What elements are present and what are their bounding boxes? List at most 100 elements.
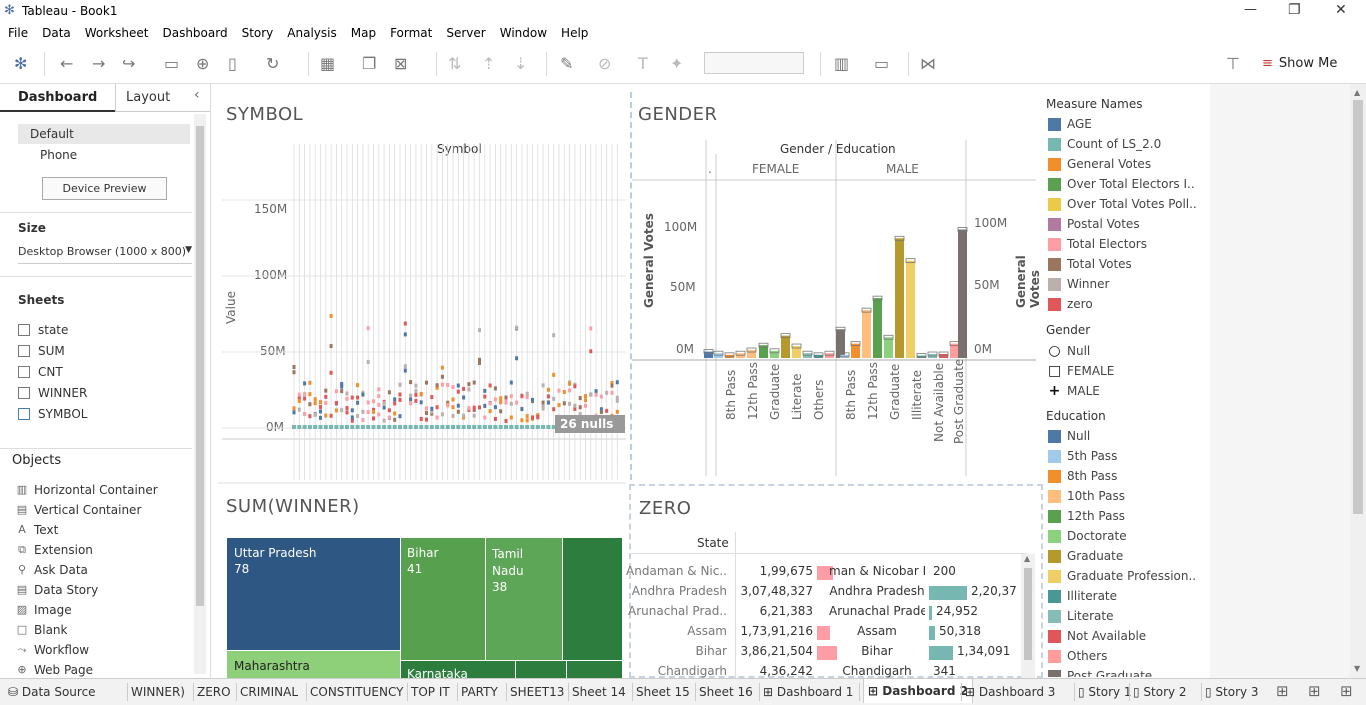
legend-education-item[interactable]: Others (1048, 649, 1107, 663)
tab-party[interactable]: PARTY (461, 685, 498, 699)
treemap-cell-tamil-nadu[interactable]: Tamil Nadu 38 (486, 538, 562, 660)
gender-bar[interactable] (725, 354, 734, 358)
gender-chart[interactable] (632, 134, 1040, 482)
tab-dashboard-2[interactable]: ⊞ Dashboard 2 (863, 679, 973, 703)
legend-measure-item[interactable]: General Votes (1048, 157, 1151, 171)
pause-updates-icon[interactable]: ▯ (228, 54, 237, 74)
legend-education-item[interactable]: 5th Pass (1048, 449, 1117, 463)
menu-help[interactable]: Help (553, 24, 594, 40)
gender-bar[interactable] (781, 335, 790, 358)
tab-constituency[interactable]: CONSTITUENCY (310, 685, 403, 699)
zero-row[interactable]: Arunachal Prad.. 6,21,383 Arunachal Prades… (628, 604, 1021, 624)
tab-layout[interactable]: Layout ‹ (115, 84, 210, 112)
duplicate-icon[interactable]: ❐ (362, 54, 376, 74)
menu-server[interactable]: Server (438, 24, 491, 40)
fit-dropdown[interactable] (704, 52, 804, 74)
zero-panel[interactable]: ZERO State Andaman & Nic.. 1,99,675 man & … (626, 484, 1043, 680)
legend-education-item[interactable]: Doctorate (1048, 529, 1127, 543)
device-preview-button[interactable]: Device Preview (42, 177, 167, 200)
tab-dashboard-3[interactable]: ⊞ Dashboard 3 (965, 685, 1055, 699)
legend-education-item[interactable]: Literate (1048, 609, 1113, 623)
tableau-home-icon[interactable]: ✻ (14, 54, 27, 74)
legend-measure-item[interactable]: AGE (1048, 117, 1092, 131)
treemap-cell-bihar[interactable]: Bihar 41 (401, 538, 485, 660)
zero-row[interactable]: Assam 1,73,91,216 Assam 50,318 (631, 624, 1021, 644)
object-horizontal-container[interactable]: ▥ Horizontal Container (16, 483, 158, 497)
object-blank[interactable]: □ Blank (16, 623, 68, 637)
treemap-cell-other[interactable] (563, 538, 622, 660)
zero-row[interactable]: Andaman & Nic.. 1,99,675 man & Nicobar Isl… (626, 564, 1021, 584)
presentation-icon[interactable]: ▭ (874, 54, 889, 74)
minimize-button[interactable]: — (1244, 2, 1257, 17)
tab-criminal[interactable]: CRIMINAL (240, 685, 298, 699)
legend-gender-item[interactable]: + MALE (1048, 383, 1100, 399)
labels-icon[interactable]: T (638, 54, 648, 74)
legend-measure-item[interactable]: Total Electors (1048, 237, 1147, 251)
legend-education-item[interactable]: Post Graduate (1048, 669, 1152, 677)
menu-analysis[interactable]: Analysis (279, 24, 342, 40)
legend-education-item[interactable]: Illiterate (1048, 589, 1117, 603)
sort-descending-icon[interactable]: ⇣ (514, 54, 527, 74)
new-story-tab-icon[interactable]: ⊞ (1340, 682, 1353, 700)
menu-file[interactable]: File (0, 24, 34, 40)
gender-bar[interactable] (884, 337, 893, 358)
menu-window[interactable]: Window (492, 24, 553, 40)
treemap-cell-uttar-pradesh[interactable]: Uttar Pradesh 78 (227, 538, 400, 650)
new-datasource-icon[interactable]: ⊕ (196, 54, 209, 74)
tab-zero[interactable]: ZERO (197, 685, 231, 699)
sheet-item-winner[interactable]: WINNER (18, 386, 87, 400)
gender-bar[interactable] (906, 260, 915, 358)
device-default[interactable]: Default (18, 124, 190, 144)
symbol-panel[interactable]: SYMBOL Symbol Value 150M 100M 50M 0M 26 … (212, 84, 630, 482)
zero-scrollbar[interactable]: ▲ (1021, 554, 1035, 680)
gender-bar[interactable] (862, 310, 871, 358)
gender-bar[interactable] (704, 351, 713, 358)
new-worksheet-icon[interactable]: ▦ (320, 54, 335, 74)
tab-data-source[interactable]: ⛁ Data Source (8, 685, 96, 699)
collapse-chevron-icon[interactable]: ‹ (194, 87, 200, 103)
legend-education-item[interactable]: Not Available (1048, 629, 1146, 643)
share-icon[interactable]: ⋈ (920, 54, 936, 74)
legend-education-item[interactable]: Graduate (1048, 549, 1123, 563)
tab-top-it[interactable]: TOP IT (411, 685, 450, 699)
gender-bar[interactable] (895, 238, 904, 358)
save-icon[interactable]: ▭ (164, 54, 179, 74)
object-web-page[interactable]: ⊕ Web Page (16, 663, 93, 677)
menu-map[interactable]: Map (343, 24, 382, 40)
size-dropdown[interactable]: Desktop Browser (1000 x 800) ▼ (18, 244, 192, 264)
object-extension[interactable]: ⧉ Extension (16, 543, 93, 557)
menu-story[interactable]: Story (234, 24, 280, 40)
tab-dashboard[interactable]: Dashboard (0, 84, 115, 112)
show-cards-icon[interactable]: ▥ (834, 54, 849, 74)
swap-icon[interactable]: ⇅ (448, 54, 461, 74)
tab-story-3[interactable]: ▯ Story 3 (1205, 685, 1259, 699)
main-vertical-scrollbar[interactable]: ▲ ▼ (1350, 84, 1366, 678)
legend-measure-item[interactable]: zero (1048, 297, 1093, 311)
clear-icon[interactable]: ⊠ (394, 54, 407, 74)
tab-sheet-15[interactable]: Sheet 15 (636, 685, 690, 699)
menu-data[interactable]: Data (34, 24, 77, 40)
replay-icon[interactable]: ↪ (122, 54, 135, 74)
sheet-item-sum[interactable]: SUM (18, 344, 65, 358)
tab-winner[interactable]: WINNER) (131, 685, 185, 699)
sheet-item-symbol[interactable]: SYMBOL (18, 407, 87, 421)
legend-education-item[interactable]: 12th Pass (1048, 509, 1125, 523)
menu-format[interactable]: Format (382, 24, 438, 40)
object-data-story[interactable]: ▤ Data Story (16, 583, 98, 597)
object-image[interactable]: ▨ Image (16, 603, 72, 617)
new-worksheet-tab-icon[interactable]: ⊞ (1276, 682, 1289, 700)
menu-worksheet[interactable]: Worksheet (77, 24, 155, 40)
refresh-icon[interactable]: ↻ (266, 54, 279, 74)
format-painter-icon[interactable]: ⊤ (1226, 54, 1240, 74)
maximize-button[interactable]: ❐ (1288, 2, 1301, 18)
gender-bar[interactable] (836, 329, 845, 358)
gender-bar[interactable] (958, 229, 967, 358)
tab-story-2[interactable]: ▯ Story 2 (1133, 685, 1187, 699)
gender-panel[interactable]: GENDER Gender / Education . FEMALE MALE … (632, 84, 1042, 482)
highlight-icon[interactable]: ✎ (560, 54, 573, 74)
object-workflow[interactable]: ⤳ Workflow (16, 643, 90, 657)
legend-measure-item[interactable]: Over Total Votes Poll.. (1048, 197, 1197, 211)
gender-bar[interactable] (873, 298, 882, 358)
tab-story-1[interactable]: ▯ Story 1 (1078, 685, 1132, 699)
sort-ascending-icon[interactable]: ⇡ (482, 54, 495, 74)
